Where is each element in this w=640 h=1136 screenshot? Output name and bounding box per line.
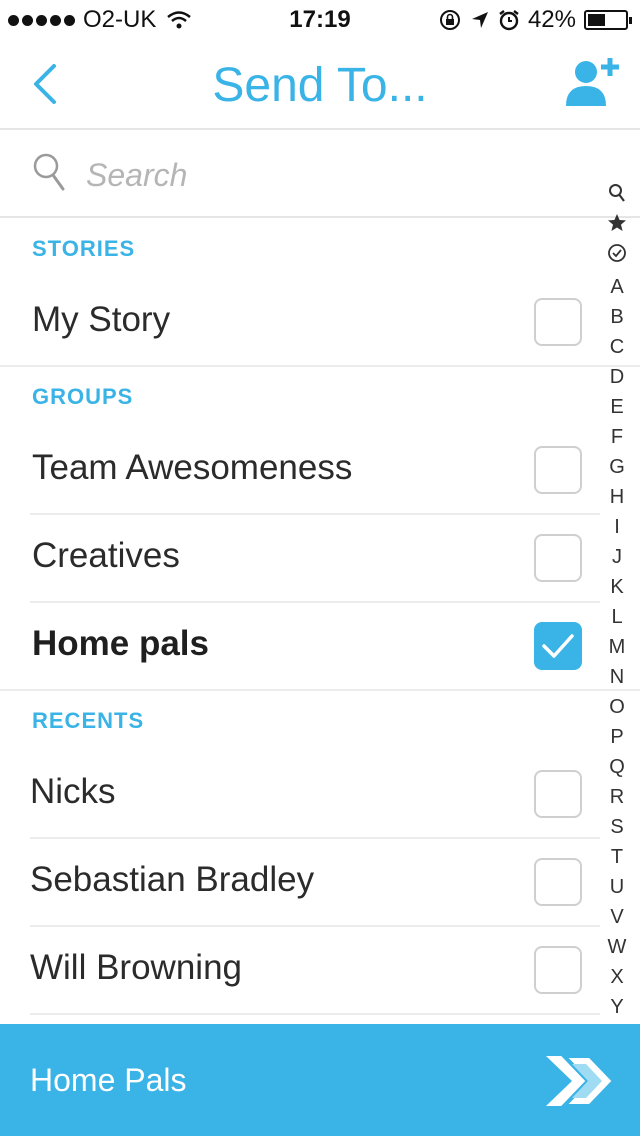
list-item-label: Will Browning	[30, 948, 242, 987]
index-star-icon[interactable]	[600, 212, 634, 242]
index-letter[interactable]: J	[600, 542, 634, 572]
index-letter[interactable]: Q	[600, 752, 634, 782]
index-letter[interactable]: F	[600, 422, 634, 452]
index-letter[interactable]: B	[600, 302, 634, 332]
alarm-icon	[499, 10, 519, 31]
page-title: Send To...	[212, 59, 428, 112]
list-item-label: Sebastian Bradley	[30, 860, 315, 899]
index-letter[interactable]: C	[600, 332, 634, 362]
index-letter[interactable]: M	[600, 632, 634, 662]
list-item-label: Creatives	[32, 536, 180, 575]
index-letter[interactable]: W	[600, 932, 634, 962]
list-item-creatives[interactable]: Creatives	[0, 514, 600, 602]
list-item-sebastian-bradley[interactable]: Sebastian Bradley	[0, 838, 600, 926]
divider	[0, 365, 640, 367]
status-right: 42%	[438, 6, 632, 34]
section-header-stories: STORIES	[32, 236, 136, 261]
list-item-will-browning[interactable]: Will Browning	[0, 926, 600, 1014]
index-letter[interactable]: P	[600, 722, 634, 752]
index-search-icon[interactable]	[600, 182, 634, 212]
list-item-label: Home pals	[32, 624, 209, 663]
index-letter[interactable]: L	[600, 602, 634, 632]
search-input[interactable]	[84, 154, 548, 196]
nav-bar: Send To...	[0, 40, 640, 130]
index-letter[interactable]: D	[600, 362, 634, 392]
list-item-label: Team Awesomeness	[32, 448, 353, 487]
index-letter[interactable]: T	[600, 842, 634, 872]
index-letter[interactable]: K	[600, 572, 634, 602]
index-letter[interactable]: Y	[600, 992, 634, 1022]
send-bar[interactable]: Home Pals	[0, 1024, 640, 1136]
select-checkbox[interactable]	[534, 770, 582, 818]
list-item-label: My Story	[32, 300, 171, 339]
selected-checkbox[interactable]	[534, 622, 582, 670]
select-checkbox[interactable]	[534, 446, 582, 494]
index-letter[interactable]: S	[600, 812, 634, 842]
index-letter[interactable]: E	[600, 392, 634, 422]
location-icon	[471, 12, 488, 28]
index-letter[interactable]: N	[600, 662, 634, 692]
select-checkbox[interactable]	[534, 534, 582, 582]
index-letter[interactable]: O	[600, 692, 634, 722]
list-item-nicks[interactable]: Nicks	[0, 750, 600, 838]
index-letter[interactable]: U	[600, 872, 634, 902]
index-check-circle-icon[interactable]	[600, 242, 634, 272]
index-letter[interactable]: A	[600, 272, 634, 302]
search-bar	[0, 130, 640, 218]
index-letter[interactable]: V	[600, 902, 634, 932]
status-bar: O2-UK 17:19 42%	[0, 0, 640, 40]
add-friend-icon[interactable]	[564, 56, 620, 108]
index-letters: ABCDEFGHIJKLMNOPQRSTUVWXY	[600, 272, 634, 1022]
index-letter[interactable]: G	[600, 452, 634, 482]
divider	[30, 1013, 600, 1015]
battery-icon	[584, 10, 632, 30]
index-letter[interactable]: X	[600, 962, 634, 992]
alphabet-index[interactable]: ABCDEFGHIJKLMNOPQRSTUVWXY	[600, 182, 634, 1022]
list-item-label: Nicks	[30, 772, 116, 811]
list-item-home-pals[interactable]: Home pals	[0, 602, 600, 690]
rotation-lock-icon	[439, 10, 460, 30]
select-checkbox[interactable]	[534, 298, 582, 346]
checkmark-icon	[542, 634, 574, 658]
search-icon	[33, 153, 65, 191]
send-arrow-icon[interactable]	[542, 1052, 618, 1110]
section-header-groups: GROUPS	[32, 384, 134, 409]
selected-recipients-label: Home Pals	[30, 1062, 187, 1098]
list-item-my-story[interactable]: My Story	[0, 278, 600, 366]
select-checkbox[interactable]	[534, 946, 582, 994]
list-item-team-awesomeness[interactable]: Team Awesomeness	[0, 426, 600, 514]
section-header-recents: RECENTS	[32, 708, 145, 733]
index-letter[interactable]: H	[600, 482, 634, 512]
battery-percent: 42%	[527, 6, 576, 33]
index-letter[interactable]: R	[600, 782, 634, 812]
index-letter[interactable]: I	[600, 512, 634, 542]
select-checkbox[interactable]	[534, 858, 582, 906]
divider	[0, 689, 640, 691]
